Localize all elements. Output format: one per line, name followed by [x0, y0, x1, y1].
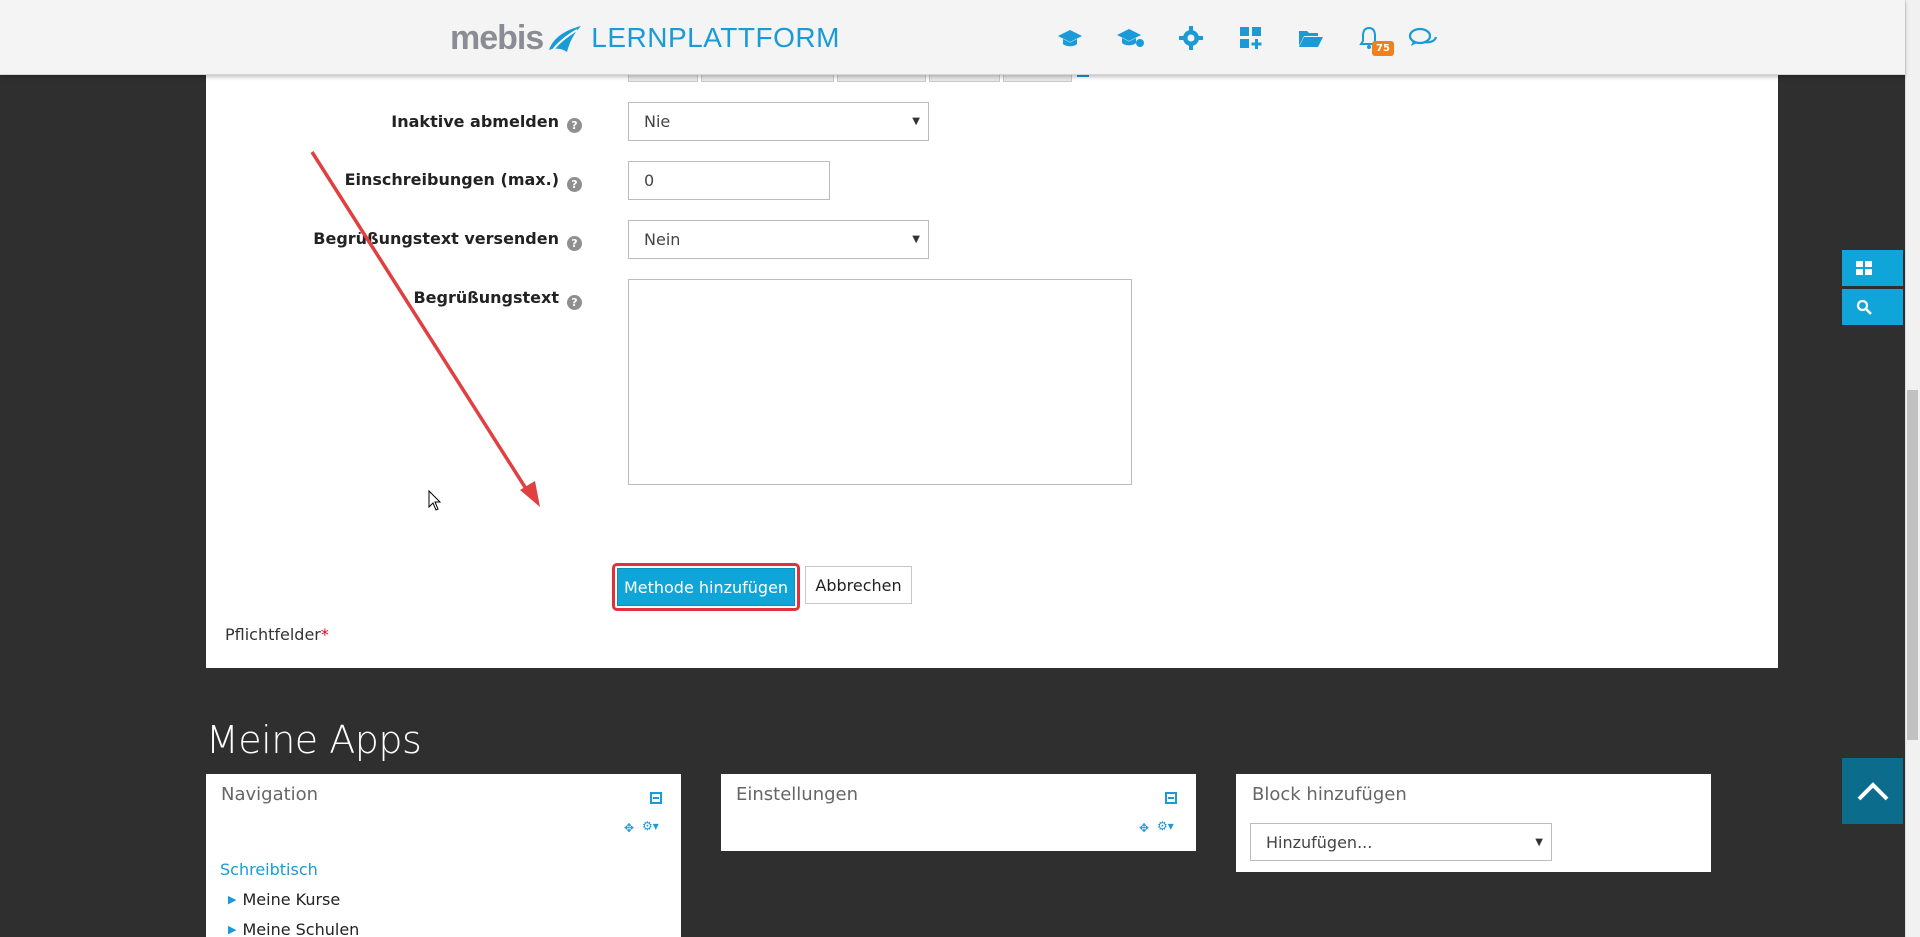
logo-mark-icon: [549, 26, 582, 52]
caret-right-icon: ▶: [228, 893, 237, 906]
add-method-button[interactable]: Methode hinzufügen: [617, 568, 795, 606]
input-value: 0: [644, 171, 655, 190]
required-marker: *: [320, 625, 329, 644]
add-block-select[interactable]: Hinzufügen... ▼: [1250, 823, 1552, 861]
caret-right-icon: ▶: [228, 923, 237, 936]
block-title: Einstellungen: [736, 784, 859, 805]
block-title: Navigation: [221, 784, 319, 805]
gear-small-icon[interactable]: ⚙▾: [642, 819, 659, 833]
select-value: Nie: [644, 112, 671, 131]
logo[interactable]: mebis LERNPLATTFORM: [450, 14, 840, 62]
nav-home-link[interactable]: Schreibtisch: [220, 860, 318, 879]
logo-product: LERNPLATTFORM: [591, 22, 840, 53]
section-title: Meine Apps: [206, 718, 422, 762]
gear-icon[interactable]: [1177, 25, 1205, 51]
side-tab-apps[interactable]: [1842, 250, 1903, 286]
move-icon[interactable]: ✥: [1139, 821, 1149, 835]
submit-highlight-frame: Methode hinzufügen: [612, 563, 800, 611]
settings-block: Einstellungen ✥ ⚙▾: [721, 774, 1196, 851]
add-block-block: Block hinzufügen Hinzufügen... ▼: [1236, 774, 1711, 872]
field-label-inactive-unenrol: Inaktive abmelden: [391, 112, 559, 131]
help-icon[interactable]: ?: [567, 177, 582, 192]
select-value: Hinzufügen...: [1266, 832, 1373, 852]
apps-add-icon[interactable]: [1237, 25, 1265, 51]
help-icon[interactable]: ?: [567, 236, 582, 251]
grid-icon: [1856, 261, 1872, 275]
scrollbar-thumb[interactable]: [1907, 390, 1918, 740]
welcome-text-textarea[interactable]: [628, 279, 1132, 485]
max-enrolled-input[interactable]: 0: [628, 161, 830, 200]
chevron-down-icon: ▼: [1535, 836, 1543, 848]
chevron-down-icon: ▼: [912, 234, 920, 245]
chevron-up-icon: [1857, 782, 1888, 801]
select-value: Nein: [644, 230, 681, 249]
teacher-icon[interactable]: [1117, 25, 1145, 51]
move-icon[interactable]: ✥: [624, 821, 634, 835]
field-label-welcome-text: Begrüßungstext: [413, 288, 559, 307]
inactive-unenrol-select[interactable]: Nie ▼: [628, 102, 929, 141]
block-title: Block hinzufügen: [1252, 784, 1407, 805]
notification-badge: 75: [1372, 41, 1394, 56]
chat-icon[interactable]: [1409, 25, 1437, 51]
back-to-top-button[interactable]: [1842, 758, 1903, 824]
gear-small-icon[interactable]: ⚙▾: [1157, 819, 1174, 833]
help-icon[interactable]: ?: [567, 295, 582, 310]
search-icon: [1856, 299, 1872, 315]
chevron-down-icon: ▼: [912, 116, 920, 127]
navigation-block: Navigation ✥ ⚙▾ Schreibtisch ▶ Meine Kurs…: [206, 774, 681, 937]
side-tab-search[interactable]: [1842, 289, 1903, 325]
send-welcome-select[interactable]: Nein ▼: [628, 220, 929, 259]
nav-item-label: Meine Schulen: [242, 920, 360, 937]
logo-brand: mebis: [450, 18, 544, 57]
help-icon[interactable]: ?: [567, 118, 582, 133]
collapse-icon[interactable]: [650, 792, 662, 804]
field-label-max-enrolled: Einschreibungen (max.): [344, 170, 559, 189]
nav-item-label: Meine Kurse: [242, 890, 341, 909]
courses-icon[interactable]: [1056, 25, 1084, 51]
nav-item-my-schools[interactable]: ▶ Meine Schulen: [228, 920, 359, 937]
field-label-send-welcome: Begrüßungstext versenden: [313, 229, 559, 248]
folder-icon[interactable]: [1297, 25, 1325, 51]
expand-icon[interactable]: [1165, 792, 1177, 804]
top-navbar: mebis LERNPLATTFORM 75: [0, 0, 1905, 75]
required-label: Pflichtfelder: [225, 625, 321, 644]
cancel-button[interactable]: Abbrechen: [805, 566, 912, 604]
required-fields-note: Pflichtfelder*: [225, 625, 329, 644]
nav-item-my-courses[interactable]: ▶ Meine Kurse: [228, 890, 340, 909]
